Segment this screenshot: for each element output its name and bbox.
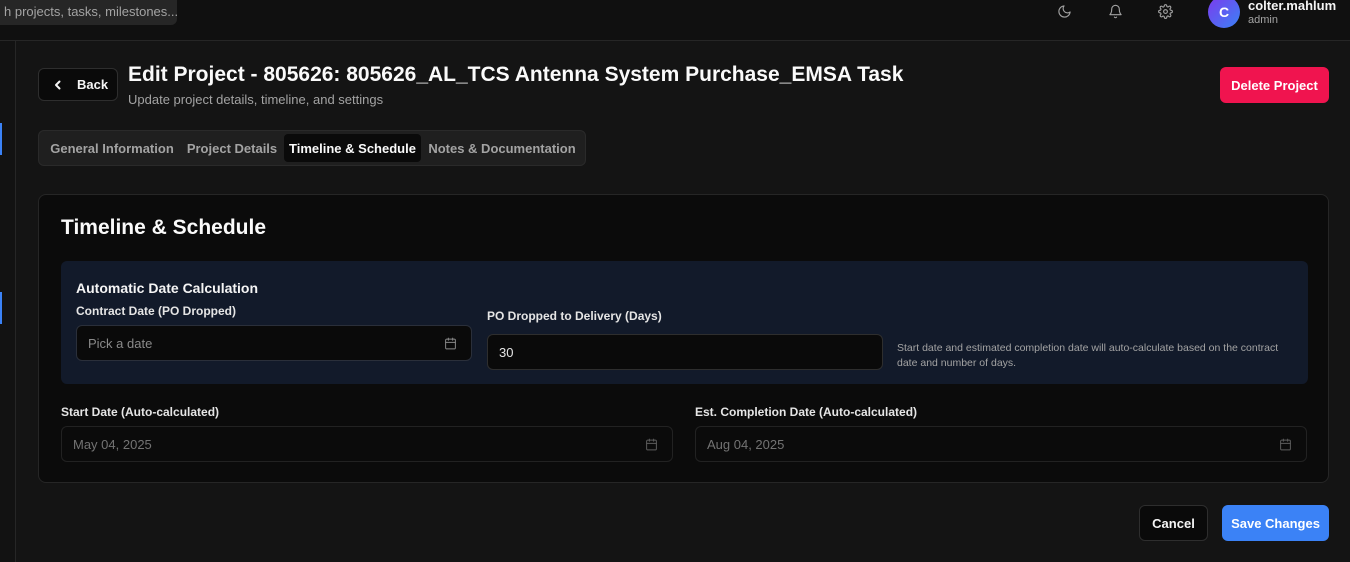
back-button-label: Back <box>77 77 109 92</box>
tab-timeline-schedule[interactable]: Timeline & Schedule <box>284 134 421 162</box>
bell-icon[interactable] <box>1107 3 1123 19</box>
search-input[interactable]: h projects, tasks, milestones... <box>0 0 177 25</box>
auto-calculation-panel: Automatic Date Calculation Contract Date… <box>61 261 1308 384</box>
page-title: Edit Project - 805626: 805626_AL_TCS Ant… <box>128 63 904 86</box>
page-subtitle: Update project details, timeline, and se… <box>128 92 384 107</box>
delivery-days-label: PO Dropped to Delivery (Days) <box>487 309 662 323</box>
save-changes-button[interactable]: Save Changes <box>1222 505 1329 541</box>
delivery-days-value: 30 <box>499 344 514 360</box>
user-name: colter.mahlum <box>1248 0 1337 13</box>
tab-project-details[interactable]: Project Details <box>182 134 282 162</box>
contract-date-picker[interactable]: Pick a date <box>76 325 472 361</box>
cancel-button[interactable]: Cancel <box>1139 505 1208 541</box>
top-bar: h projects, tasks, milestones... C colte… <box>0 0 1350 41</box>
calendar-icon <box>645 438 658 451</box>
auto-calc-hint: Start date and estimated completion date… <box>897 342 1279 369</box>
tab-list: General Information Project Details Time… <box>38 130 586 166</box>
chevron-left-icon <box>55 80 61 89</box>
completion-date-value: Aug 04, 2025 <box>707 436 785 452</box>
start-date-label: Start Date (Auto-calculated) <box>61 405 220 419</box>
panel-title: Automatic Date Calculation <box>76 280 259 296</box>
contract-date-label: Contract Date (PO Dropped) <box>76 304 237 318</box>
contract-date-placeholder: Pick a date <box>88 335 153 351</box>
sidebar-active-marker <box>0 292 2 324</box>
moon-icon[interactable] <box>1056 3 1072 19</box>
tab-notes-documentation[interactable]: Notes & Documentation <box>423 134 581 162</box>
calendar-icon <box>444 337 457 350</box>
calendar-icon <box>1279 438 1292 451</box>
delete-project-button[interactable]: Delete Project <box>1220 67 1329 103</box>
start-date-field: May 04, 2025 <box>61 426 673 462</box>
gear-icon[interactable] <box>1157 3 1173 19</box>
delivery-days-input[interactable]: 30 <box>487 334 883 370</box>
back-button[interactable]: Back <box>38 68 118 101</box>
start-date-value: May 04, 2025 <box>73 436 152 452</box>
timeline-card: Timeline & Schedule Automatic Date Calcu… <box>38 194 1329 483</box>
completion-date-label: Est. Completion Date (Auto-calculated) <box>695 405 918 419</box>
user-role: admin <box>1248 14 1278 26</box>
avatar[interactable]: C <box>1208 0 1240 28</box>
tab-general-information[interactable]: General Information <box>44 134 180 162</box>
sidebar-active-marker <box>0 123 2 155</box>
sidebar <box>0 41 16 562</box>
card-title: Timeline & Schedule <box>61 216 267 239</box>
completion-date-field: Aug 04, 2025 <box>695 426 1307 462</box>
